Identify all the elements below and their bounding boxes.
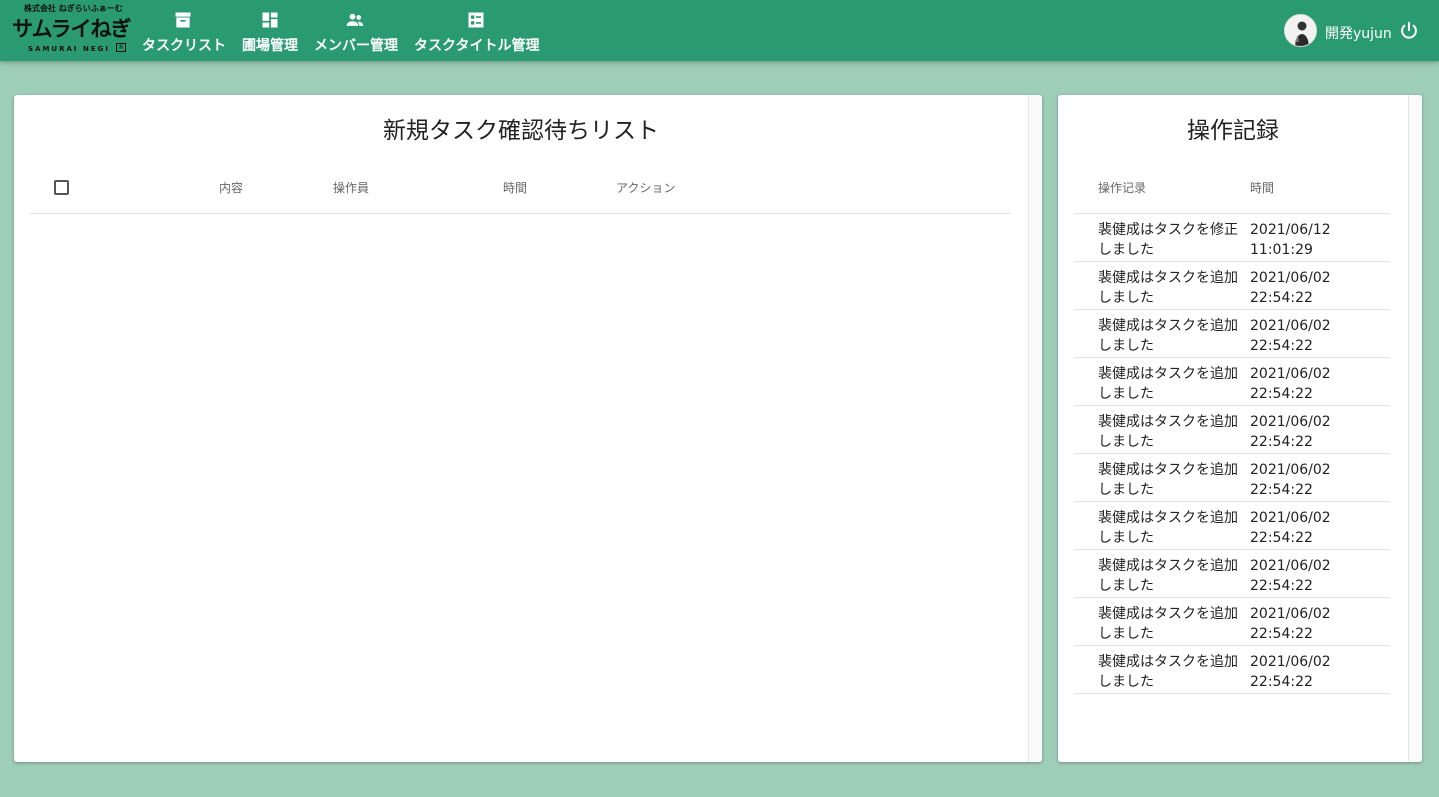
dashboard-icon [262, 12, 278, 28]
table-row: 裴健成はタスクを追加しました 2021/06/02 22:54:22 [1074, 358, 1390, 406]
log-content: 裴健成はタスクを追加しました [1098, 606, 1238, 642]
power-icon[interactable] [1398, 20, 1420, 42]
nav-label: タスクリスト [142, 38, 226, 54]
nav-label: タスクタイトル管理 [414, 38, 540, 54]
log-content: 裴健成はタスクを追加しました [1098, 462, 1238, 498]
log-content: 裴健成はタスクを追加しました [1098, 654, 1238, 690]
table-row: 裴健成はタスクを追加しました 2021/06/02 22:54:22 [1074, 646, 1390, 694]
username: 開発yujun [1325, 26, 1392, 42]
list-alt-icon [468, 12, 484, 28]
avatar[interactable] [1284, 14, 1317, 47]
avatar-image-icon [1285, 15, 1316, 46]
scrollbar[interactable] [1028, 95, 1042, 762]
logo[interactable]: 株式会社 ねぎらいふぁーむ サムライねぎ SAMURAI NEGI ® [12, 3, 132, 55]
app-bar: 株式会社 ねぎらいふぁーむ サムライねぎ SAMURAI NEGI ® タスクリ… [0, 0, 1439, 61]
table-row: 裴健成はタスクを追加しました 2021/06/02 22:54:22 [1074, 502, 1390, 550]
log-time: 2021/06/02 22:54:22 [1250, 414, 1331, 450]
table-row: 裴健成はタスクを追加しました 2021/06/02 22:54:22 [1074, 406, 1390, 454]
log-time: 2021/06/02 22:54:22 [1250, 366, 1331, 402]
table-row: 裴健成はタスクを修正しました 2021/06/12 11:01:29 [1074, 214, 1390, 262]
operation-log-title: 操作記録 [1187, 118, 1279, 144]
nav-member-management[interactable]: メンバー管理 [314, 8, 398, 56]
operation-log-card: 操作記録 操作记录 時間 裴健成はタスクを修正しました 2021/06/12 11… [1058, 95, 1422, 762]
log-content: 裴健成はタスクを追加しました [1098, 510, 1238, 546]
table-row: 裴健成はタスクを追加しました 2021/06/02 22:54:22 [1074, 262, 1390, 310]
table-row: 裴健成はタスクを追加しました 2021/06/02 22:54:22 [1074, 310, 1390, 358]
pending-tasks-title: 新規タスク確認待ちリスト [383, 118, 659, 144]
nav-field-management[interactable]: 圃場管理 [242, 8, 298, 56]
nav-task-title-management[interactable]: タスクタイトル管理 [414, 8, 540, 56]
logo-badge: ® [116, 43, 126, 52]
log-time: 2021/06/02 22:54:22 [1250, 606, 1331, 642]
people-icon [346, 13, 364, 26]
column-header-content[interactable]: 内容 [219, 179, 243, 196]
scrollbar[interactable] [1408, 95, 1422, 762]
log-content: 裴健成はタスクを追加しました [1098, 414, 1238, 450]
column-header-time[interactable]: 時間 [1250, 179, 1274, 196]
log-content: 裴健成はタスクを追加しました [1098, 270, 1238, 306]
nav-label: メンバー管理 [314, 38, 398, 54]
pending-tasks-card: 新規タスク確認待ちリスト 内容 操作員 時間 アクション [14, 95, 1042, 762]
column-header-action[interactable]: アクション [616, 179, 675, 196]
log-time: 2021/06/02 22:54:22 [1250, 558, 1331, 594]
column-header-operator[interactable]: 操作員 [333, 179, 369, 196]
table-row: 裴健成はタスクを追加しました 2021/06/02 22:54:22 [1074, 598, 1390, 646]
column-header-log[interactable]: 操作记录 [1098, 179, 1146, 196]
select-all-checkbox[interactable] [54, 180, 69, 195]
nav-task-list[interactable]: タスクリスト [142, 8, 226, 56]
column-header-time[interactable]: 時間 [503, 179, 527, 196]
table-row: 裴健成はタスクを追加しました 2021/06/02 22:54:22 [1074, 454, 1390, 502]
log-content: 裴健成はタスクを修正しました [1098, 222, 1238, 258]
log-time: 2021/06/02 22:54:22 [1250, 270, 1331, 306]
logo-name: サムライねぎ [12, 16, 132, 41]
log-time: 2021/06/02 22:54:22 [1250, 654, 1331, 690]
table-header-divider [30, 213, 1011, 214]
log-content: 裴健成はタスクを追加しました [1098, 366, 1238, 402]
log-content: 裴健成はタスクを追加しました [1098, 558, 1238, 594]
log-content: 裴健成はタスクを追加しました [1098, 318, 1238, 354]
table-row: 裴健成はタスクを追加しました 2021/06/02 22:54:22 [1074, 550, 1390, 598]
log-time: 2021/06/02 22:54:22 [1250, 318, 1331, 354]
archive-box-icon [175, 12, 191, 28]
log-time: 2021/06/12 11:01:29 [1250, 222, 1331, 258]
log-time: 2021/06/02 22:54:22 [1250, 510, 1331, 546]
log-time: 2021/06/02 22:54:22 [1250, 462, 1331, 498]
nav-label: 圃場管理 [242, 38, 298, 54]
logo-name-en: SAMURAI NEGI [28, 45, 110, 53]
